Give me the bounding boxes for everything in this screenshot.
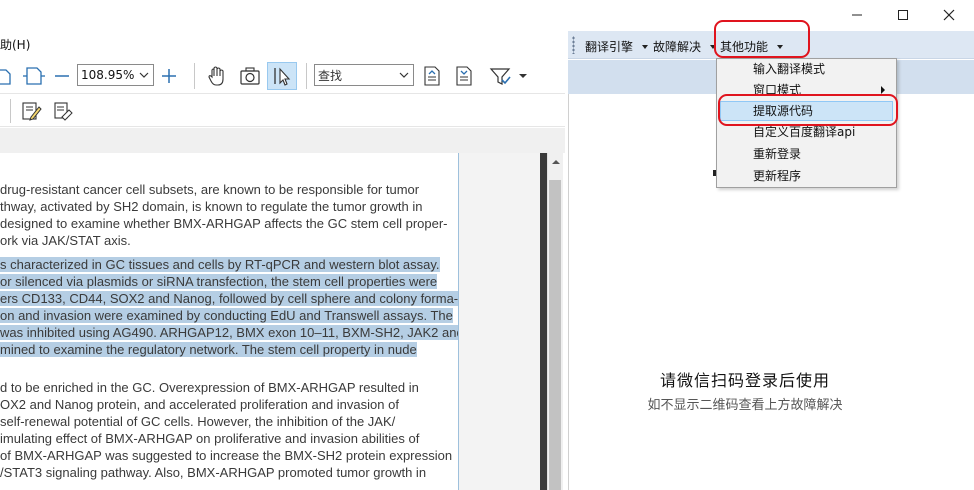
zoom-value: 108.95% [81, 68, 135, 82]
find-next-button[interactable] [452, 62, 476, 90]
line-text: of BMX-ARHGAP was suggested to increase … [0, 448, 453, 463]
annotation-highlight-other-functions [714, 20, 810, 58]
menu-item-label: 自定义百度翻译api [753, 125, 856, 139]
zoom-out-icon [55, 75, 69, 77]
document-up-icon [424, 66, 440, 86]
close-icon [943, 9, 955, 21]
document-text-line: d to be enriched in the GC. Overexpressi… [0, 379, 419, 396]
document-text-line: or silenced via plasmids or siRNA transf… [0, 273, 438, 290]
document-text-line: on and invasion were examined by conduct… [0, 307, 453, 324]
line-text: OX2 and Nanog protein, and accelerated p… [0, 397, 399, 412]
text-select-icon [274, 67, 291, 86]
toolbar-separator [10, 99, 11, 123]
chevron-down-icon [139, 72, 149, 78]
fit-page-button[interactable] [18, 62, 48, 90]
zoom-out-button[interactable] [52, 62, 72, 90]
troubleshoot-menu-label: 故障解决 [653, 40, 702, 54]
menu-item-input-mode[interactable]: 输入翻译模式 [720, 59, 893, 79]
document-text-line: of BMX-ARHGAP was suggested to increase … [0, 447, 452, 464]
menu-item-relogin[interactable]: 重新登录 [720, 144, 893, 164]
login-hint: 如不显示二维码查看上方故障解决 [647, 398, 843, 413]
document-page: drug-resistant cancer cell subsets, are … [0, 153, 459, 490]
document-down-icon [456, 66, 472, 86]
line-text: /STAT3 signaling pathway. Also, BMX-ARHG… [0, 465, 427, 480]
document-text-line: imulating effect of BMX-ARHGAP on prolif… [0, 430, 419, 447]
engine-menu-button[interactable]: 翻译引擎 [585, 38, 649, 55]
chevron-down-icon [519, 74, 527, 78]
chevron-down-icon [641, 45, 648, 49]
menu-item-label: 更新程序 [753, 169, 802, 183]
document-text-line: ers CD133, CD44, SOX2 and Nanog, followe… [0, 290, 458, 307]
edit-note-icon [22, 102, 42, 121]
secondary-toolbar [0, 95, 565, 127]
document-text-line: thway, activated by SH2 domain, is known… [0, 198, 422, 215]
search-input[interactable]: 查找 [318, 67, 342, 84]
minimize-button[interactable] [834, 0, 880, 30]
toolbar-separator [306, 63, 307, 89]
document-text-line: drug-resistant cancer cell subsets, are … [0, 181, 419, 198]
hand-icon [208, 66, 224, 86]
line-text: thway, activated by SH2 domain, is known… [0, 199, 423, 214]
filter-button[interactable] [486, 62, 530, 90]
fit-page-icon [0, 69, 11, 85]
selected-text: mined to examine the regulatory network.… [0, 342, 417, 357]
minimize-icon [852, 14, 862, 16]
menubar: 助(H) [0, 34, 565, 54]
line-text: drug-resistant cancer cell subsets, are … [0, 182, 420, 197]
menu-item-label: 重新登录 [753, 147, 802, 161]
form-edit-button[interactable] [50, 97, 76, 125]
line-text: d to be enriched in the GC. Overexpressi… [0, 380, 419, 395]
select-tool-button[interactable] [267, 62, 297, 90]
troubleshoot-menu-button[interactable]: 故障解决 [653, 38, 717, 55]
document-text-line: s characterized in GC tissues and cells … [0, 256, 440, 273]
hand-tool-button[interactable] [203, 62, 231, 90]
line-text: ork via JAK/STAT axis. [0, 233, 131, 248]
menu-item-update[interactable]: 更新程序 [720, 166, 893, 186]
line-text: designed to examine whether BMX-ARHGAP a… [0, 216, 448, 231]
toolbar-grip-icon [572, 36, 575, 54]
filter-icon [489, 68, 511, 85]
scrollbar-thumb[interactable] [549, 180, 561, 490]
menu-item-label: 输入翻译模式 [753, 62, 826, 76]
search-combo[interactable]: 查找 [314, 64, 414, 86]
zoom-combo[interactable]: 108.95% [77, 64, 154, 86]
document-text-line: /STAT3 signaling pathway. Also, BMX-ARHG… [0, 464, 426, 481]
zoom-in-button[interactable] [158, 62, 180, 90]
document-text-line: mined to examine the regulatory network.… [0, 341, 417, 358]
selected-text: was inhibited using AG490. ARHGAP12, BMX… [0, 325, 458, 340]
page-view-icon [23, 67, 45, 85]
selected-text: or silenced via plasmids or siRNA transf… [0, 274, 438, 289]
zoom-in-icon [162, 69, 176, 83]
maximize-button[interactable] [880, 0, 926, 30]
scroll-up-icon [552, 160, 560, 164]
fit-width-button[interactable] [0, 62, 12, 90]
selected-text: on and invasion were examined by conduct… [0, 308, 453, 323]
document-text-line: OX2 and Nanog protein, and accelerated p… [0, 396, 399, 413]
snapshot-button[interactable] [236, 62, 264, 90]
maximize-icon [898, 10, 908, 20]
selected-text: s characterized in GC tissues and cells … [0, 257, 440, 272]
form-edit-icon [54, 102, 73, 121]
document-header-strip [0, 128, 565, 153]
document-text-line: was inhibited using AG490. ARHGAP12, BMX… [0, 324, 458, 341]
line-text: imulating effect of BMX-ARHGAP on prolif… [0, 431, 420, 446]
annotation-highlight-extract-source [718, 94, 898, 126]
document-text-line: ork via JAK/STAT axis. [0, 232, 131, 249]
splitter[interactable] [540, 153, 547, 490]
line-text: self-renewal potential of GC cells. Howe… [0, 414, 396, 429]
annotate-button[interactable] [18, 97, 44, 125]
login-message: 请微信扫码登录后使用 [659, 371, 830, 390]
find-previous-button[interactable] [420, 62, 444, 90]
menu-help[interactable]: 助(H) [0, 36, 30, 53]
close-button[interactable] [926, 0, 972, 30]
selected-text: ers CD133, CD44, SOX2 and Nanog, followe… [0, 291, 459, 306]
document-text-line: designed to examine whether BMX-ARHGAP a… [0, 215, 448, 232]
toolbar-separator [194, 63, 195, 89]
camera-icon [240, 67, 260, 85]
chevron-down-icon [399, 72, 409, 78]
main-toolbar: 108.95% 查找 [0, 58, 565, 94]
engine-menu-label: 翻译引擎 [585, 40, 634, 54]
document-text-line: self-renewal potential of GC cells. Howe… [0, 413, 395, 430]
submenu-arrow-icon [881, 86, 885, 94]
